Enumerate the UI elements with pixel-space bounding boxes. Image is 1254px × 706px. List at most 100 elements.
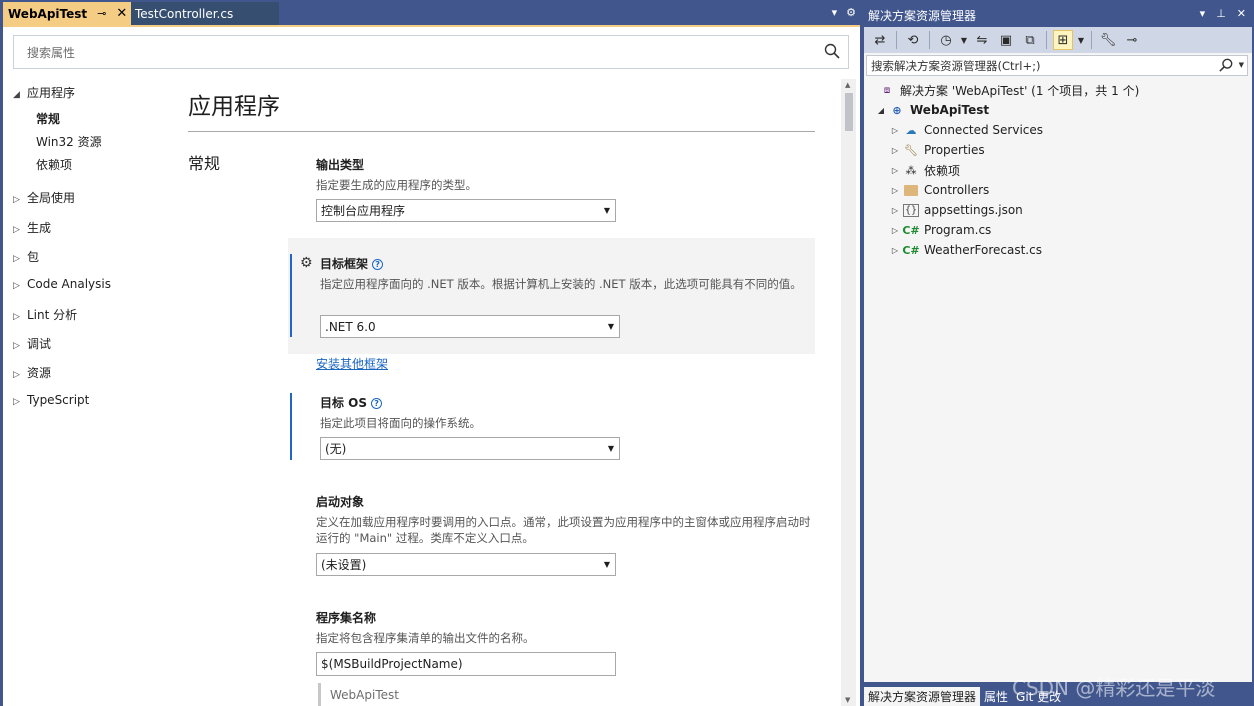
preview-icon[interactable]: ⊸: [1122, 30, 1142, 50]
tab-testcontroller-label: TestController.cs: [135, 6, 234, 21]
tab-properties[interactable]: 属性: [980, 687, 1012, 706]
nav-application[interactable]: ◢ 应用程序: [13, 84, 75, 101]
tree-item-properties[interactable]: ▷ 🔧︎ Properties: [888, 140, 985, 160]
search-icon[interactable]: [1219, 58, 1233, 72]
csharp-file-icon: C#: [902, 243, 920, 257]
solution-search-placeholder: 搜索解决方案资源管理器(Ctrl+;): [871, 58, 1041, 73]
search-icon[interactable]: [824, 43, 840, 59]
target-framework-label: 目标框架?: [320, 255, 384, 272]
nav-global-usings[interactable]: ▷ 全局使用: [13, 189, 75, 206]
nav-resources[interactable]: ▷ 资源: [13, 364, 51, 381]
project-properties-page: 搜索属性 ◢ 应用程序 常规 Win32 资源 依赖项 ▷ 全局使用 ▷ 生成 ▷ 包 …: [3, 27, 860, 706]
collapsed-triangle-icon[interactable]: ▷: [888, 186, 902, 195]
tree-item-weatherforecast[interactable]: ▷ C# WeatherForecast.cs: [888, 240, 1042, 260]
chevron-down-icon: ▼: [603, 206, 610, 215]
nav-debug[interactable]: ▷ 调试: [13, 335, 51, 352]
dependencies-icon: ⁂: [905, 163, 917, 177]
pin-icon[interactable]: ⊸: [97, 7, 106, 20]
tab-webapitest-label: WebApiTest: [8, 6, 88, 21]
tab-solution-explorer[interactable]: 解决方案资源管理器: [864, 687, 981, 706]
solution-node[interactable]: ⧈ 解决方案 'WebApiTest' (1 个项目，共 1 个): [878, 80, 1139, 100]
assembly-name-desc: 指定将包含程序集清单的输出文件的名称。: [316, 631, 535, 645]
tree-item-dependencies[interactable]: ▷ ⁂ 依赖项: [888, 160, 960, 180]
vertical-scrollbar[interactable]: ▲ ▼: [841, 79, 856, 706]
collapsed-triangle-icon: ▷: [13, 341, 20, 351]
nav-lint[interactable]: ▷ Lint 分析: [13, 306, 77, 323]
csharp-file-icon: C#: [902, 223, 920, 237]
target-os-select[interactable]: (无) ▼: [320, 437, 620, 460]
nav-build[interactable]: ▷ 生成: [13, 219, 51, 236]
tree-item-program[interactable]: ▷ C# Program.cs: [888, 220, 991, 240]
chevron-down-icon[interactable]: ▼: [960, 30, 968, 50]
collapsed-triangle-icon[interactable]: ▷: [888, 246, 902, 255]
close-icon[interactable]: ✕: [1237, 7, 1246, 20]
collapsed-triangle-icon: ▷: [13, 225, 20, 235]
nav-win32-resources[interactable]: Win32 资源: [36, 133, 102, 150]
solution-icon: ⧈: [883, 84, 891, 96]
document-well: WebApiTest ⊸ ✕ TestController.cs ▾ ⚙ 搜索属…: [0, 0, 860, 706]
help-icon[interactable]: ?: [371, 398, 383, 409]
collapsed-triangle-icon[interactable]: ▷: [888, 166, 902, 175]
toolbar-separator: [896, 31, 897, 49]
scroll-up-icon[interactable]: ▲: [845, 81, 850, 89]
solution-explorer-search-input[interactable]: 搜索解决方案资源管理器(Ctrl+;) ▼: [866, 55, 1248, 76]
close-icon[interactable]: ✕: [116, 6, 127, 21]
nav-code-analysis[interactable]: ▷ Code Analysis: [13, 277, 111, 291]
nav-typescript[interactable]: ▷ TypeScript: [13, 393, 89, 407]
expanded-triangle-icon: ◢: [13, 90, 20, 100]
json-file-icon: {}: [902, 203, 920, 217]
collapse-all-icon[interactable]: ▣: [996, 30, 1016, 50]
collapsed-triangle-icon[interactable]: ▷: [888, 146, 902, 155]
output-type-desc: 指定要生成的应用程序的类型。: [316, 178, 477, 192]
nav-dependencies[interactable]: 依赖项: [36, 156, 72, 173]
collapsed-triangle-icon[interactable]: ▷: [888, 206, 902, 215]
show-all-files-icon[interactable]: ⊞: [1053, 30, 1073, 50]
copy-icon[interactable]: ⧉: [1020, 30, 1040, 50]
install-frameworks-link[interactable]: 安装其他框架: [316, 355, 388, 372]
refresh-icon[interactable]: ⇋: [972, 30, 992, 50]
collapsed-triangle-icon: ▷: [13, 254, 20, 264]
web-project-icon: ⊕: [892, 103, 902, 117]
pin-icon[interactable]: ⊥: [1216, 7, 1226, 20]
gear-icon[interactable]: ⚙: [846, 6, 856, 19]
history-icon[interactable]: ◷: [936, 30, 956, 50]
collapsed-triangle-icon: ▷: [13, 195, 20, 205]
dropdown-icon[interactable]: ▾: [1200, 7, 1206, 20]
tab-webapitest[interactable]: WebApiTest ⊸ ✕: [3, 2, 131, 25]
output-type-select[interactable]: 控制台应用程序 ▼: [316, 199, 616, 222]
assembly-name-input[interactable]: $(MSBuildProjectName): [316, 652, 616, 676]
wrench-icon[interactable]: 🔧︎: [1098, 30, 1118, 50]
panel-controls: ▾ ⊥ ✕: [1200, 7, 1246, 20]
page-title: 应用程序: [188, 94, 280, 120]
modified-indicator-bar: [290, 393, 292, 460]
nav-general[interactable]: 常规: [36, 110, 60, 127]
properties-search-input[interactable]: 搜索属性: [13, 35, 849, 69]
project-node[interactable]: ◢ ⊕ WebApiTest: [874, 100, 989, 120]
chevron-down-icon[interactable]: ▼: [1239, 61, 1244, 69]
scroll-down-icon[interactable]: ▼: [845, 696, 850, 704]
dropdown-icon[interactable]: ▾: [832, 6, 838, 19]
tab-testcontroller[interactable]: TestController.cs: [131, 2, 279, 25]
modified-indicator-bar: [290, 254, 292, 337]
tree-item-connected-services[interactable]: ▷ ☁ Connected Services: [888, 120, 1043, 140]
target-framework-select[interactable]: .NET 6.0 ▼: [320, 315, 620, 338]
sync-icon[interactable]: ⟲: [903, 30, 923, 50]
startup-object-select[interactable]: (未设置) ▼: [316, 553, 616, 576]
collapsed-triangle-icon[interactable]: ▷: [888, 226, 902, 235]
gear-icon[interactable]: ⚙: [300, 255, 313, 271]
expanded-triangle-icon[interactable]: ◢: [874, 106, 888, 115]
nav-package[interactable]: ▷ 包: [13, 248, 39, 265]
collapsed-triangle-icon[interactable]: ▷: [888, 126, 902, 135]
switch-views-icon[interactable]: ⇄: [870, 30, 890, 50]
scrollbar-thumb[interactable]: [845, 93, 853, 131]
chevron-down-icon: ▼: [607, 444, 614, 453]
output-type-label: 输出类型: [316, 158, 365, 172]
collapsed-triangle-icon: ▷: [13, 397, 20, 407]
chevron-down-icon[interactable]: ▼: [1077, 30, 1085, 50]
tree-item-controllers[interactable]: ▷ Controllers: [888, 180, 989, 200]
startup-object-label: 启动对象: [316, 495, 365, 509]
document-tabstrip: WebApiTest ⊸ ✕ TestController.cs ▾ ⚙: [0, 2, 860, 26]
tree-item-appsettings[interactable]: ▷ {} appsettings.json: [888, 200, 1023, 220]
help-icon[interactable]: ?: [372, 259, 384, 270]
title-divider: [188, 131, 815, 132]
